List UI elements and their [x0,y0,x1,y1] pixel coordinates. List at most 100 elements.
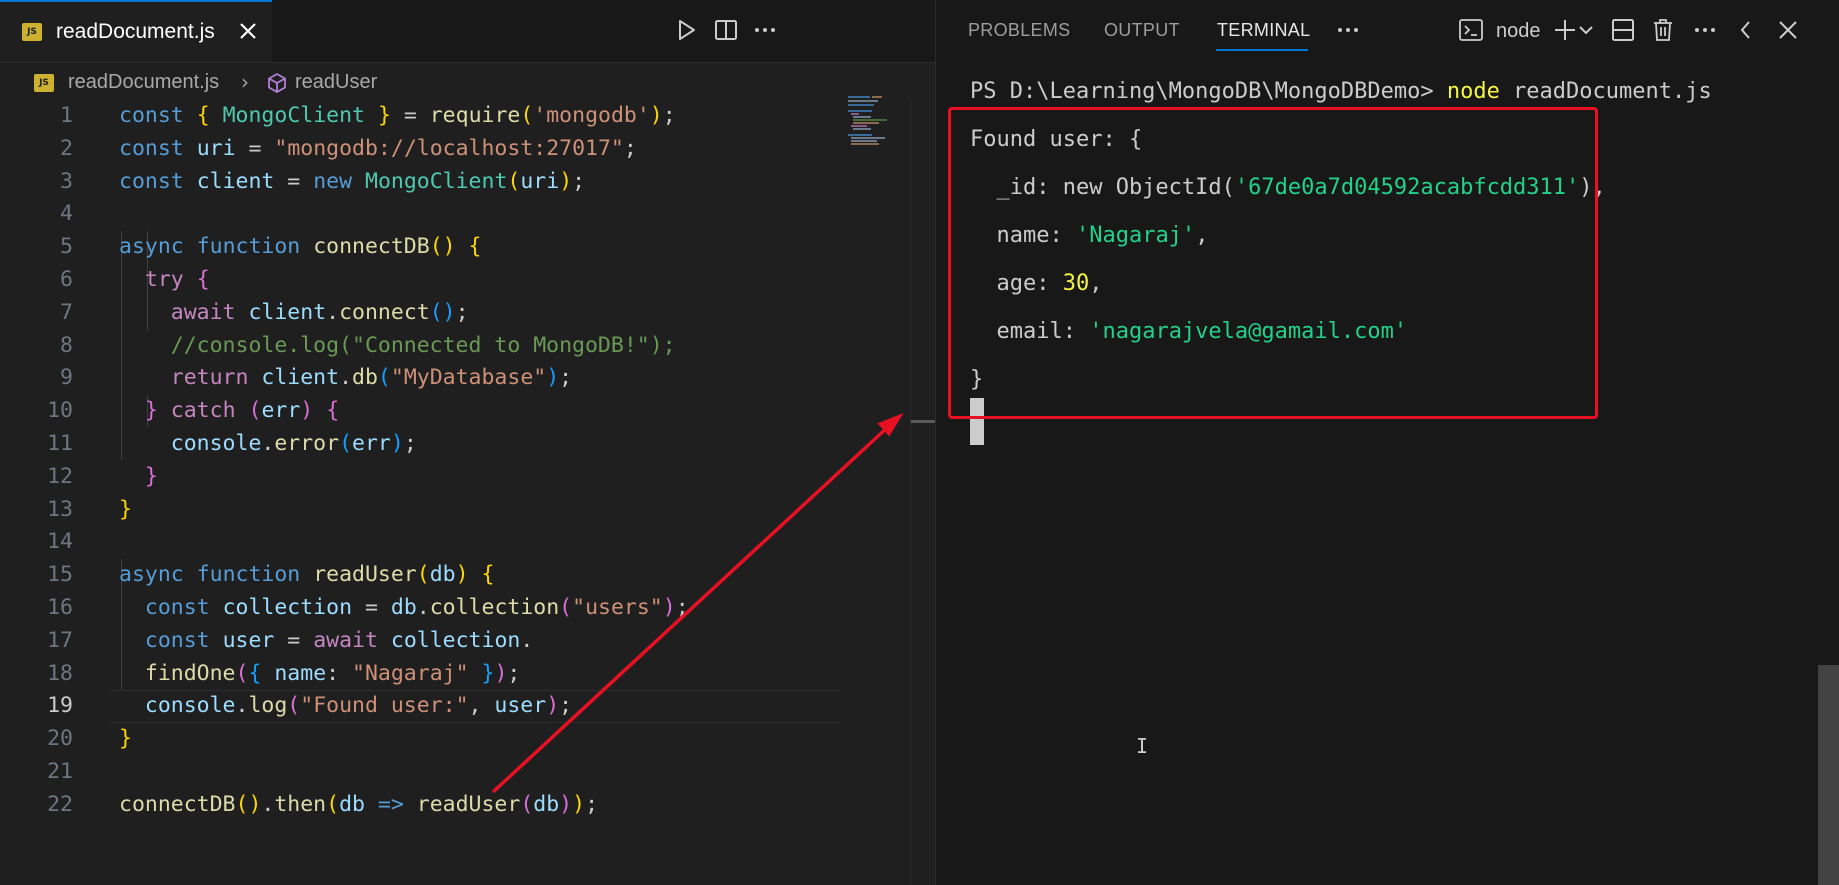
tab-output[interactable]: OUTPUT [1104,20,1180,41]
more-actions-icon[interactable] [752,17,778,43]
terminal-token: PS D:\Learning\MongoDB\MongoDBDemo> [970,79,1447,104]
trash-icon[interactable] [1649,16,1677,44]
editor-tab-readdocument[interactable]: JS readDocument.js [0,0,272,62]
code-token: { [481,562,495,588]
code-token: () [429,299,456,325]
active-tab-indicator [1216,49,1308,51]
code-line[interactable]: 3 const client = new MongoClient(uri); [0,166,910,199]
close-icon[interactable] [1774,16,1802,44]
terminal-name[interactable]: node [1496,20,1541,43]
split-editor-icon[interactable] [713,17,739,43]
add-terminal-icon[interactable] [1551,16,1579,44]
code-line[interactable]: 14 [0,526,910,559]
code-line[interactable]: 18 findOne({ name: "Nagaraj" }); [0,658,910,691]
code-line[interactable]: 21 [0,756,910,789]
code-token: . [326,299,340,325]
code-token: "mongodb://localhost:27017" [274,135,624,161]
code-token: db [339,791,365,817]
code-token: { [468,234,482,260]
code-line[interactable]: 1 const { MongoClient } = require('mongod… [0,100,910,133]
chevron-down-icon[interactable] [1577,16,1595,44]
code-line[interactable]: 7 await client.connect(); [0,297,910,330]
code-editor[interactable]: 1 const { MongoClient } = require('mongod… [0,100,910,822]
code-token: client [261,365,340,391]
code-line[interactable]: 20} [0,723,910,756]
terminal-scrollbar[interactable] [1818,665,1839,885]
breadcrumb-separator: › [241,70,249,94]
code-line[interactable]: 9 return client.db("MyDatabase"); [0,362,910,395]
breadcrumb-file[interactable]: readDocument.js [68,71,219,94]
line-number: 10 [47,398,73,424]
code-token: connect [339,299,430,325]
code-line[interactable]: 11 console.error(err); [0,428,910,461]
code-token: async [119,234,184,260]
code-token: collection [390,627,521,653]
code-token: () [429,234,456,260]
code-token: uri [196,135,236,161]
code-line[interactable]: 2 const uri = "mongodb://localhost:27017"… [0,133,910,166]
code-line[interactable]: 19 console.log("Found user:", user); [0,690,910,723]
line-number: 16 [47,594,73,620]
run-icon[interactable] [673,17,699,43]
line-number: 20 [47,726,73,752]
code-token: async [119,562,184,588]
breadcrumb: JS readDocument.js › readUser [0,64,900,98]
code-line[interactable]: 15 async function readUser(db) { [0,559,910,592]
code-token: return [170,365,249,391]
code-text: console.log("Found user:", user); [119,690,572,723]
tab-terminal[interactable]: TERMINAL [1217,20,1310,41]
more-icon[interactable] [1334,16,1362,44]
code-token: "MyDatabase" [390,365,547,391]
code-token: "users" [572,594,663,620]
code-token: ( [559,594,573,620]
terminal-icon [1459,19,1483,41]
close-tab-icon[interactable] [236,18,260,44]
line-number: 2 [60,135,73,161]
code-token: } [144,398,158,424]
code-line[interactable]: 5 async function connectDB() { [0,231,910,264]
code-line[interactable]: 10 } catch (err) { [0,395,910,428]
more-actions-icon[interactable] [1691,16,1719,44]
code-token: log [248,693,288,719]
minimap[interactable] [848,96,898,146]
code-line[interactable]: 6 try { [0,264,910,297]
tab-problems[interactable]: PROBLEMS [968,20,1070,41]
code-token: err [352,430,391,456]
code-line[interactable]: 22 connectDB().then(db => readUser(db)); [0,789,910,822]
javascript-file-icon: JS [34,74,54,92]
line-number: 13 [47,496,73,522]
code-line[interactable]: 16 const collection = db.collection("use… [0,592,910,625]
code-token: } [377,103,391,128]
line-number: 21 [47,758,73,784]
code-token: client [196,168,275,194]
code-line[interactable]: 17 const user = await collection. [0,625,910,658]
code-token: await [313,627,378,653]
code-line[interactable]: 12 } [0,461,910,494]
code-token: } [144,463,158,489]
collapse-icon[interactable] [1732,16,1760,44]
code-line[interactable]: 4 [0,198,910,231]
editor-scrollbar[interactable] [910,100,935,885]
editor-group: JS readDocument.js JS readDocument.js › … [0,0,935,885]
code-line[interactable]: 13} [0,494,910,527]
code-token: ) [559,791,573,817]
split-terminal-icon[interactable] [1609,16,1637,44]
method-symbol-icon [268,73,286,93]
line-number: 9 [60,365,73,391]
breadcrumb-symbol[interactable]: readUser [295,71,377,94]
code-token: , [468,693,495,719]
code-line[interactable]: 8 //console.log("Connected to MongoDB!")… [0,330,910,363]
